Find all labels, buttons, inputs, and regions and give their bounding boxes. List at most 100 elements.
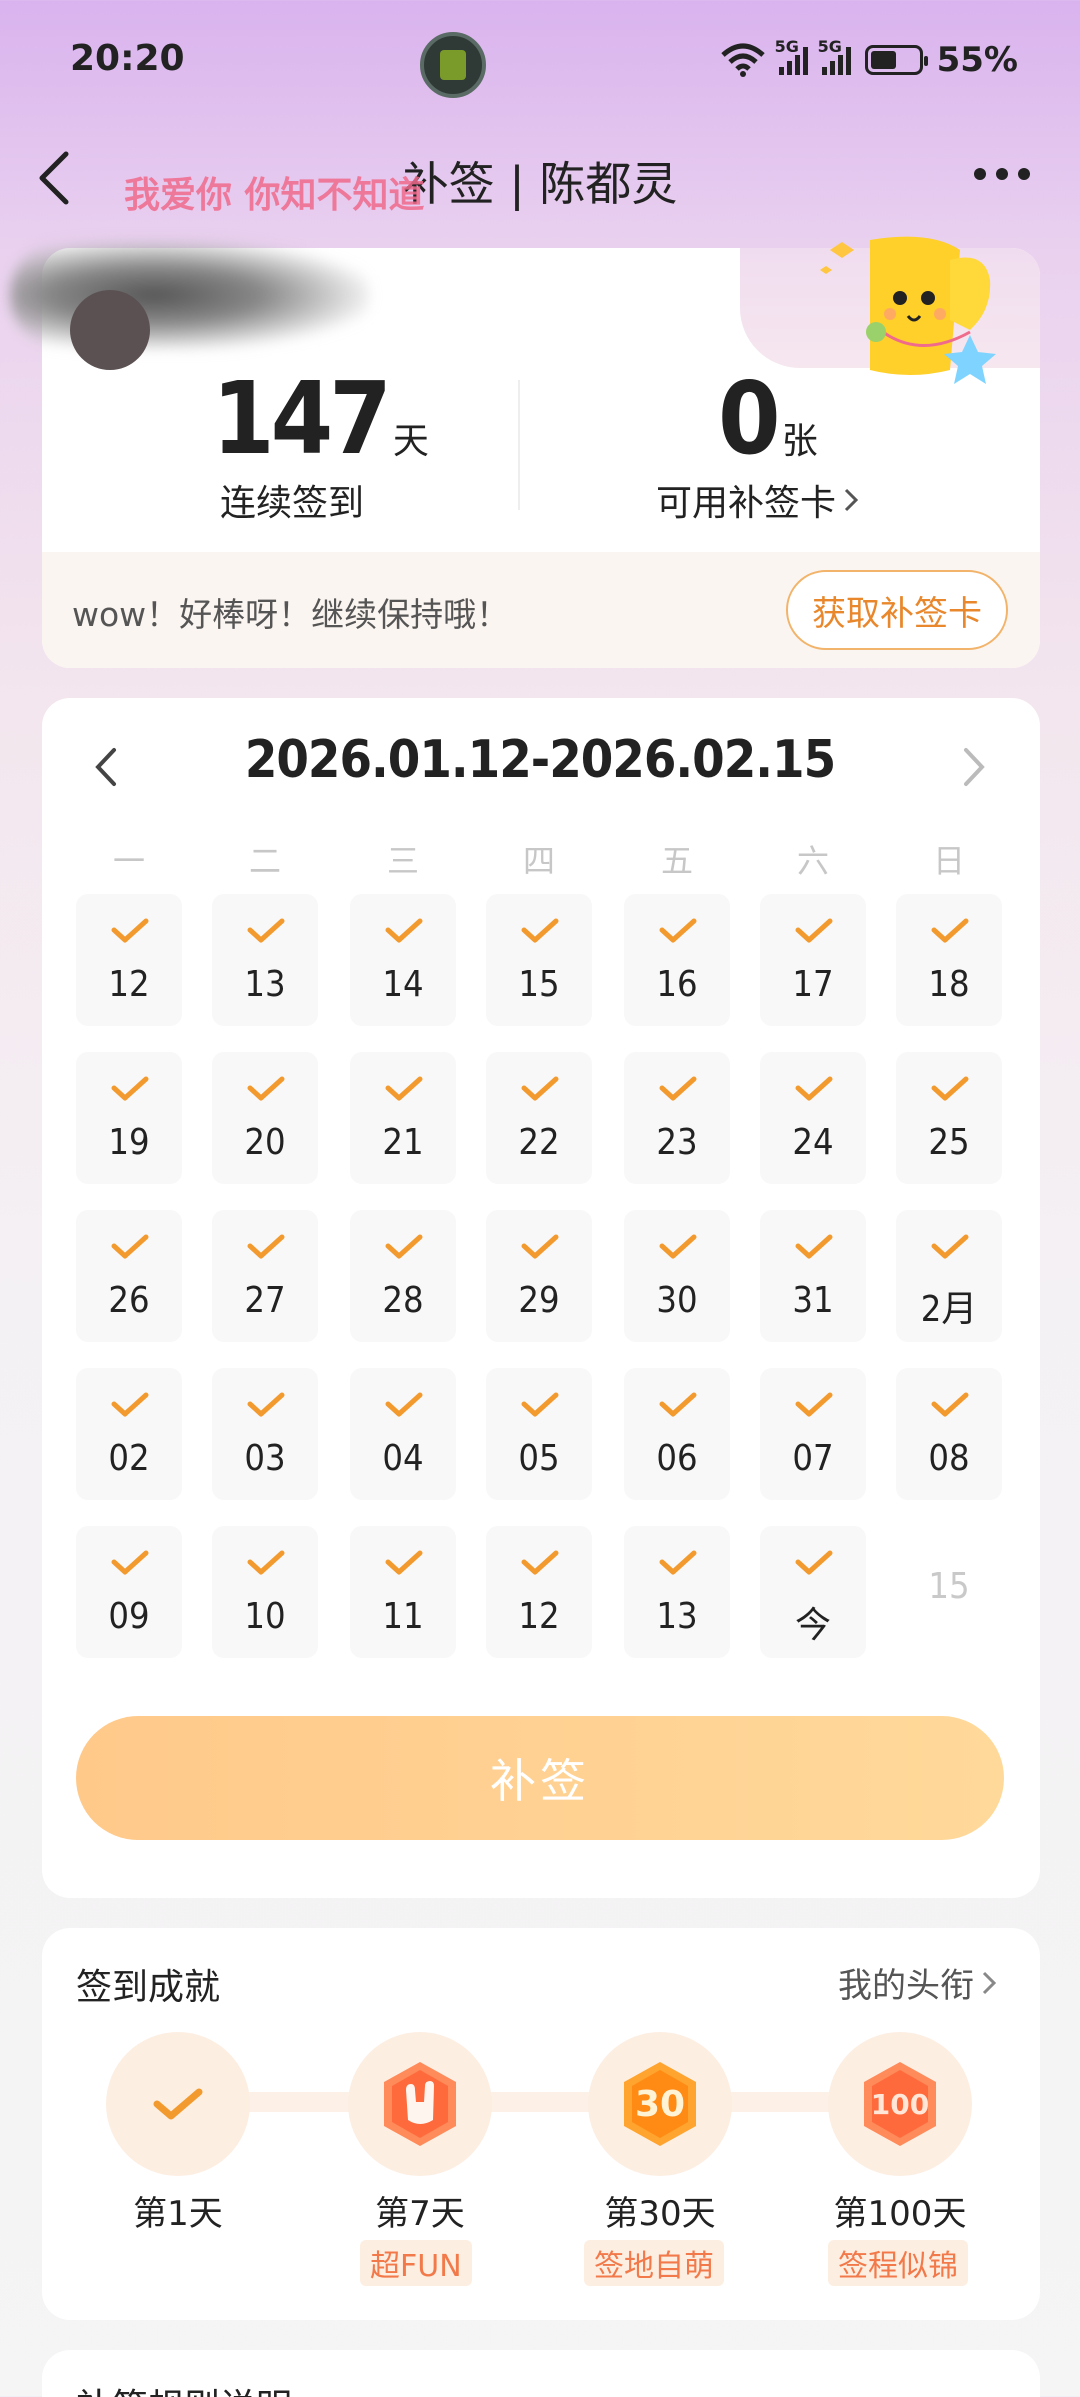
calendar-day[interactable]: 07	[760, 1368, 866, 1500]
stats-divider	[518, 380, 520, 510]
cards-unit: 张	[781, 421, 818, 462]
calendar-day[interactable]: 31	[760, 1210, 866, 1342]
calendar-day-number: 27	[244, 1280, 286, 1321]
weekday-label: 一	[112, 842, 145, 880]
check-icon	[795, 1392, 833, 1417]
calendar-day-number: 23	[656, 1122, 698, 1163]
achievement-day30[interactable]: 30	[588, 2032, 732, 2176]
achievement-day1[interactable]	[106, 2032, 250, 2176]
calendar-day[interactable]: 02	[76, 1368, 182, 1500]
calendar-day-number: 02	[108, 1438, 150, 1479]
weekday-label: 日	[932, 842, 965, 880]
check-icon	[521, 1234, 559, 1259]
check-icon	[111, 918, 149, 943]
calendar-day[interactable]: 13	[212, 894, 318, 1026]
calendar-day-number: 25	[928, 1122, 970, 1163]
calendar-day[interactable]: 23	[624, 1052, 730, 1184]
calendar-day[interactable]: 12	[486, 1526, 592, 1658]
check-icon	[111, 1234, 149, 1259]
calendar-day-number: 26	[108, 1280, 150, 1321]
app-indicator-icon	[420, 32, 486, 98]
streak-label: 连续签到	[220, 483, 365, 524]
calendar-day[interactable]: 30	[624, 1210, 730, 1342]
calendar-day[interactable]: 05	[486, 1368, 592, 1500]
next-period-icon[interactable]	[958, 742, 988, 792]
cards-label-link[interactable]: 可用补签卡	[656, 474, 860, 526]
calendar-day[interactable]: 06	[624, 1368, 730, 1500]
calendar-day[interactable]: 20	[212, 1052, 318, 1184]
calendar-day[interactable]: 12	[76, 894, 182, 1026]
calendar-day[interactable]: 10	[212, 1526, 318, 1658]
calendar-day[interactable]: 09	[76, 1526, 182, 1658]
check-icon	[931, 1392, 969, 1417]
check-icon	[247, 1234, 285, 1259]
calendar-day[interactable]: 29	[486, 1210, 592, 1342]
calendar-day[interactable]: 26	[76, 1210, 182, 1342]
check-icon	[385, 1392, 423, 1417]
calendar-day[interactable]: 04	[350, 1368, 456, 1500]
check-icon	[521, 1076, 559, 1101]
check-icon	[111, 1076, 149, 1101]
calendar-day[interactable]: 15	[486, 894, 592, 1026]
rock-hand-badge-icon	[384, 2062, 456, 2146]
calendar-day-number: 12	[108, 964, 150, 1005]
achievement-label: 第30天	[604, 2194, 716, 2234]
calendar-day[interactable]: 28	[350, 1210, 456, 1342]
calendar-day[interactable]: 25	[896, 1052, 1002, 1184]
get-card-button[interactable]: 获取补签卡	[786, 570, 1008, 650]
calendar-day-number: 12	[518, 1596, 560, 1637]
calendar-day[interactable]: 今	[760, 1526, 866, 1658]
calendar-day[interactable]: 22	[486, 1052, 592, 1184]
calendar-day-number: 19	[108, 1122, 150, 1163]
calendar-day-number: 03	[244, 1438, 286, 1479]
encourage-text: wow！好棒呀！继续保持哦！	[72, 595, 510, 634]
check-icon	[247, 918, 285, 943]
check-icon	[385, 1234, 423, 1259]
calendar-day[interactable]: 2月	[896, 1210, 1002, 1342]
calendar-day[interactable]: 18	[896, 894, 1002, 1026]
check-icon	[659, 918, 697, 943]
my-titles-link[interactable]: 我的头衔	[838, 1958, 998, 2007]
calendar-day-number: 2月	[920, 1289, 978, 1330]
battery-percent: 55%	[936, 40, 1018, 80]
check-icon	[385, 918, 423, 943]
battery-icon	[864, 45, 928, 75]
achievement-day7[interactable]	[348, 2032, 492, 2176]
calendar-day[interactable]: 27	[212, 1210, 318, 1342]
cards-stat[interactable]: 0 张	[718, 360, 818, 477]
avatar	[10, 240, 370, 370]
calendar-day-number: 今	[794, 1605, 831, 1646]
calendar-day[interactable]: 11	[350, 1526, 456, 1658]
check-icon	[385, 1076, 423, 1101]
calendar-day[interactable]: 13	[624, 1526, 730, 1658]
more-icon[interactable]	[974, 168, 1030, 180]
wifi-icon	[720, 43, 765, 77]
weekday-label: 五	[660, 842, 693, 880]
calendar-day-number: 07	[792, 1438, 834, 1479]
svg-text:30: 30	[635, 2084, 685, 2125]
calendar-day-number: 13	[656, 1596, 698, 1637]
calendar-day-number: 09	[108, 1596, 150, 1637]
achievement-day100[interactable]: 100	[828, 2032, 972, 2176]
makeup-button[interactable]: 补签	[76, 1716, 1004, 1840]
check-icon	[247, 1392, 285, 1417]
calendar-day[interactable]: 24	[760, 1052, 866, 1184]
streak-value: 147	[212, 360, 392, 477]
calendar-day[interactable]: 16	[624, 894, 730, 1026]
calendar-day-number: 05	[518, 1438, 560, 1479]
check-icon	[931, 1234, 969, 1259]
calendar-day[interactable]: 17	[760, 894, 866, 1026]
calendar-day[interactable]: 08	[896, 1368, 1002, 1500]
status-time: 20:20	[70, 38, 185, 79]
weekday-label: 四	[522, 842, 555, 880]
calendar-day[interactable]: 14	[350, 894, 456, 1026]
calendar-day-number: 18	[928, 964, 970, 1005]
weekday-label: 二	[248, 842, 281, 880]
calendar-day[interactable]: 03	[212, 1368, 318, 1500]
check-icon	[659, 1234, 697, 1259]
calendar-day[interactable]: 19	[76, 1052, 182, 1184]
achievement-label: 第1天	[133, 2194, 223, 2234]
calendar-day-number: 29	[518, 1280, 560, 1321]
calendar-day[interactable]: 21	[350, 1052, 456, 1184]
calendar-day-number: 04	[382, 1438, 424, 1479]
